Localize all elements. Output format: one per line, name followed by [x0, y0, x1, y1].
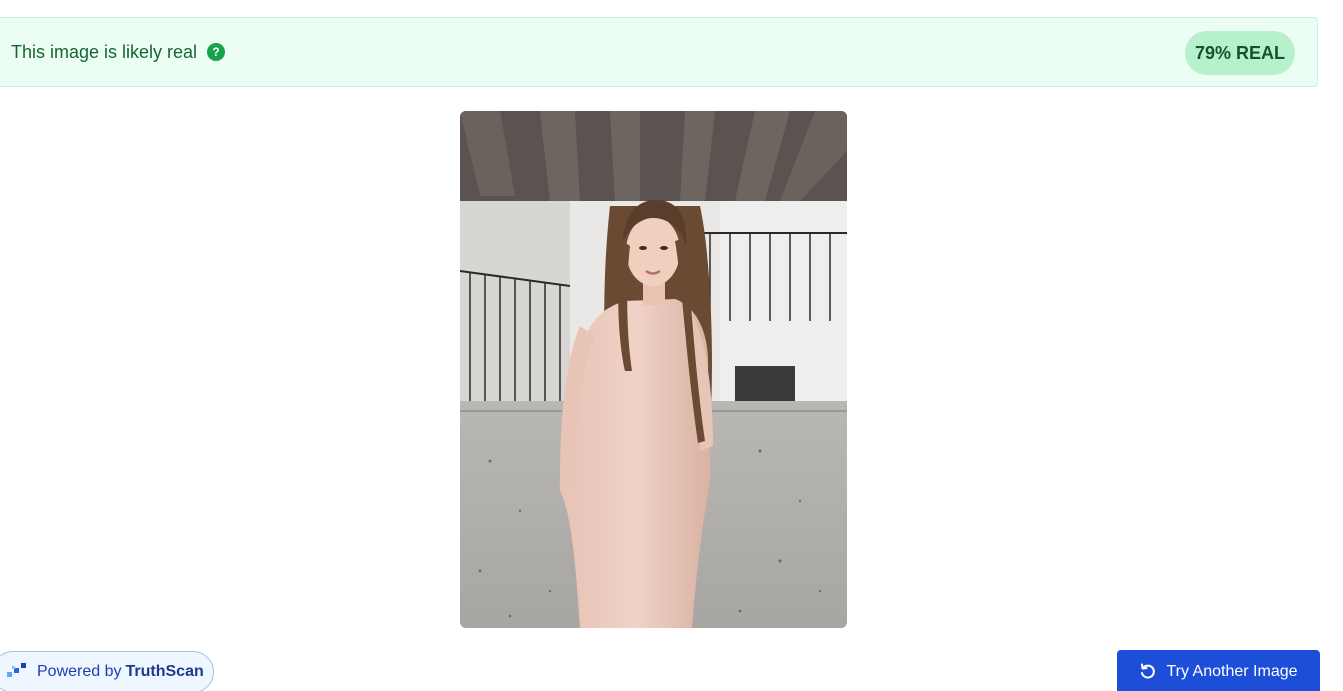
powered-by-badge[interactable]: Powered by TruthScan — [0, 651, 214, 691]
photo-illustration — [460, 111, 847, 628]
result-banner: This image is likely real ? 79% REAL — [0, 17, 1318, 87]
powered-by-label: Powered by — [37, 663, 122, 680]
score-badge: 79% REAL — [1184, 31, 1295, 75]
try-another-image-label: Try Another Image — [1166, 663, 1298, 680]
detection-result-page: This image is likely real ? 79% REAL Pow… — [0, 0, 1343, 691]
refresh-icon — [1139, 663, 1157, 681]
truthscan-brand: TruthScan — [125, 663, 204, 680]
analyzed-image — [460, 111, 847, 628]
result-message: This image is likely real — [11, 41, 198, 62]
try-another-image-button[interactable]: Try Another Image — [1117, 650, 1320, 691]
truthscan-logo-icon — [7, 662, 27, 682]
question-mark-icon[interactable]: ? — [207, 43, 226, 61]
